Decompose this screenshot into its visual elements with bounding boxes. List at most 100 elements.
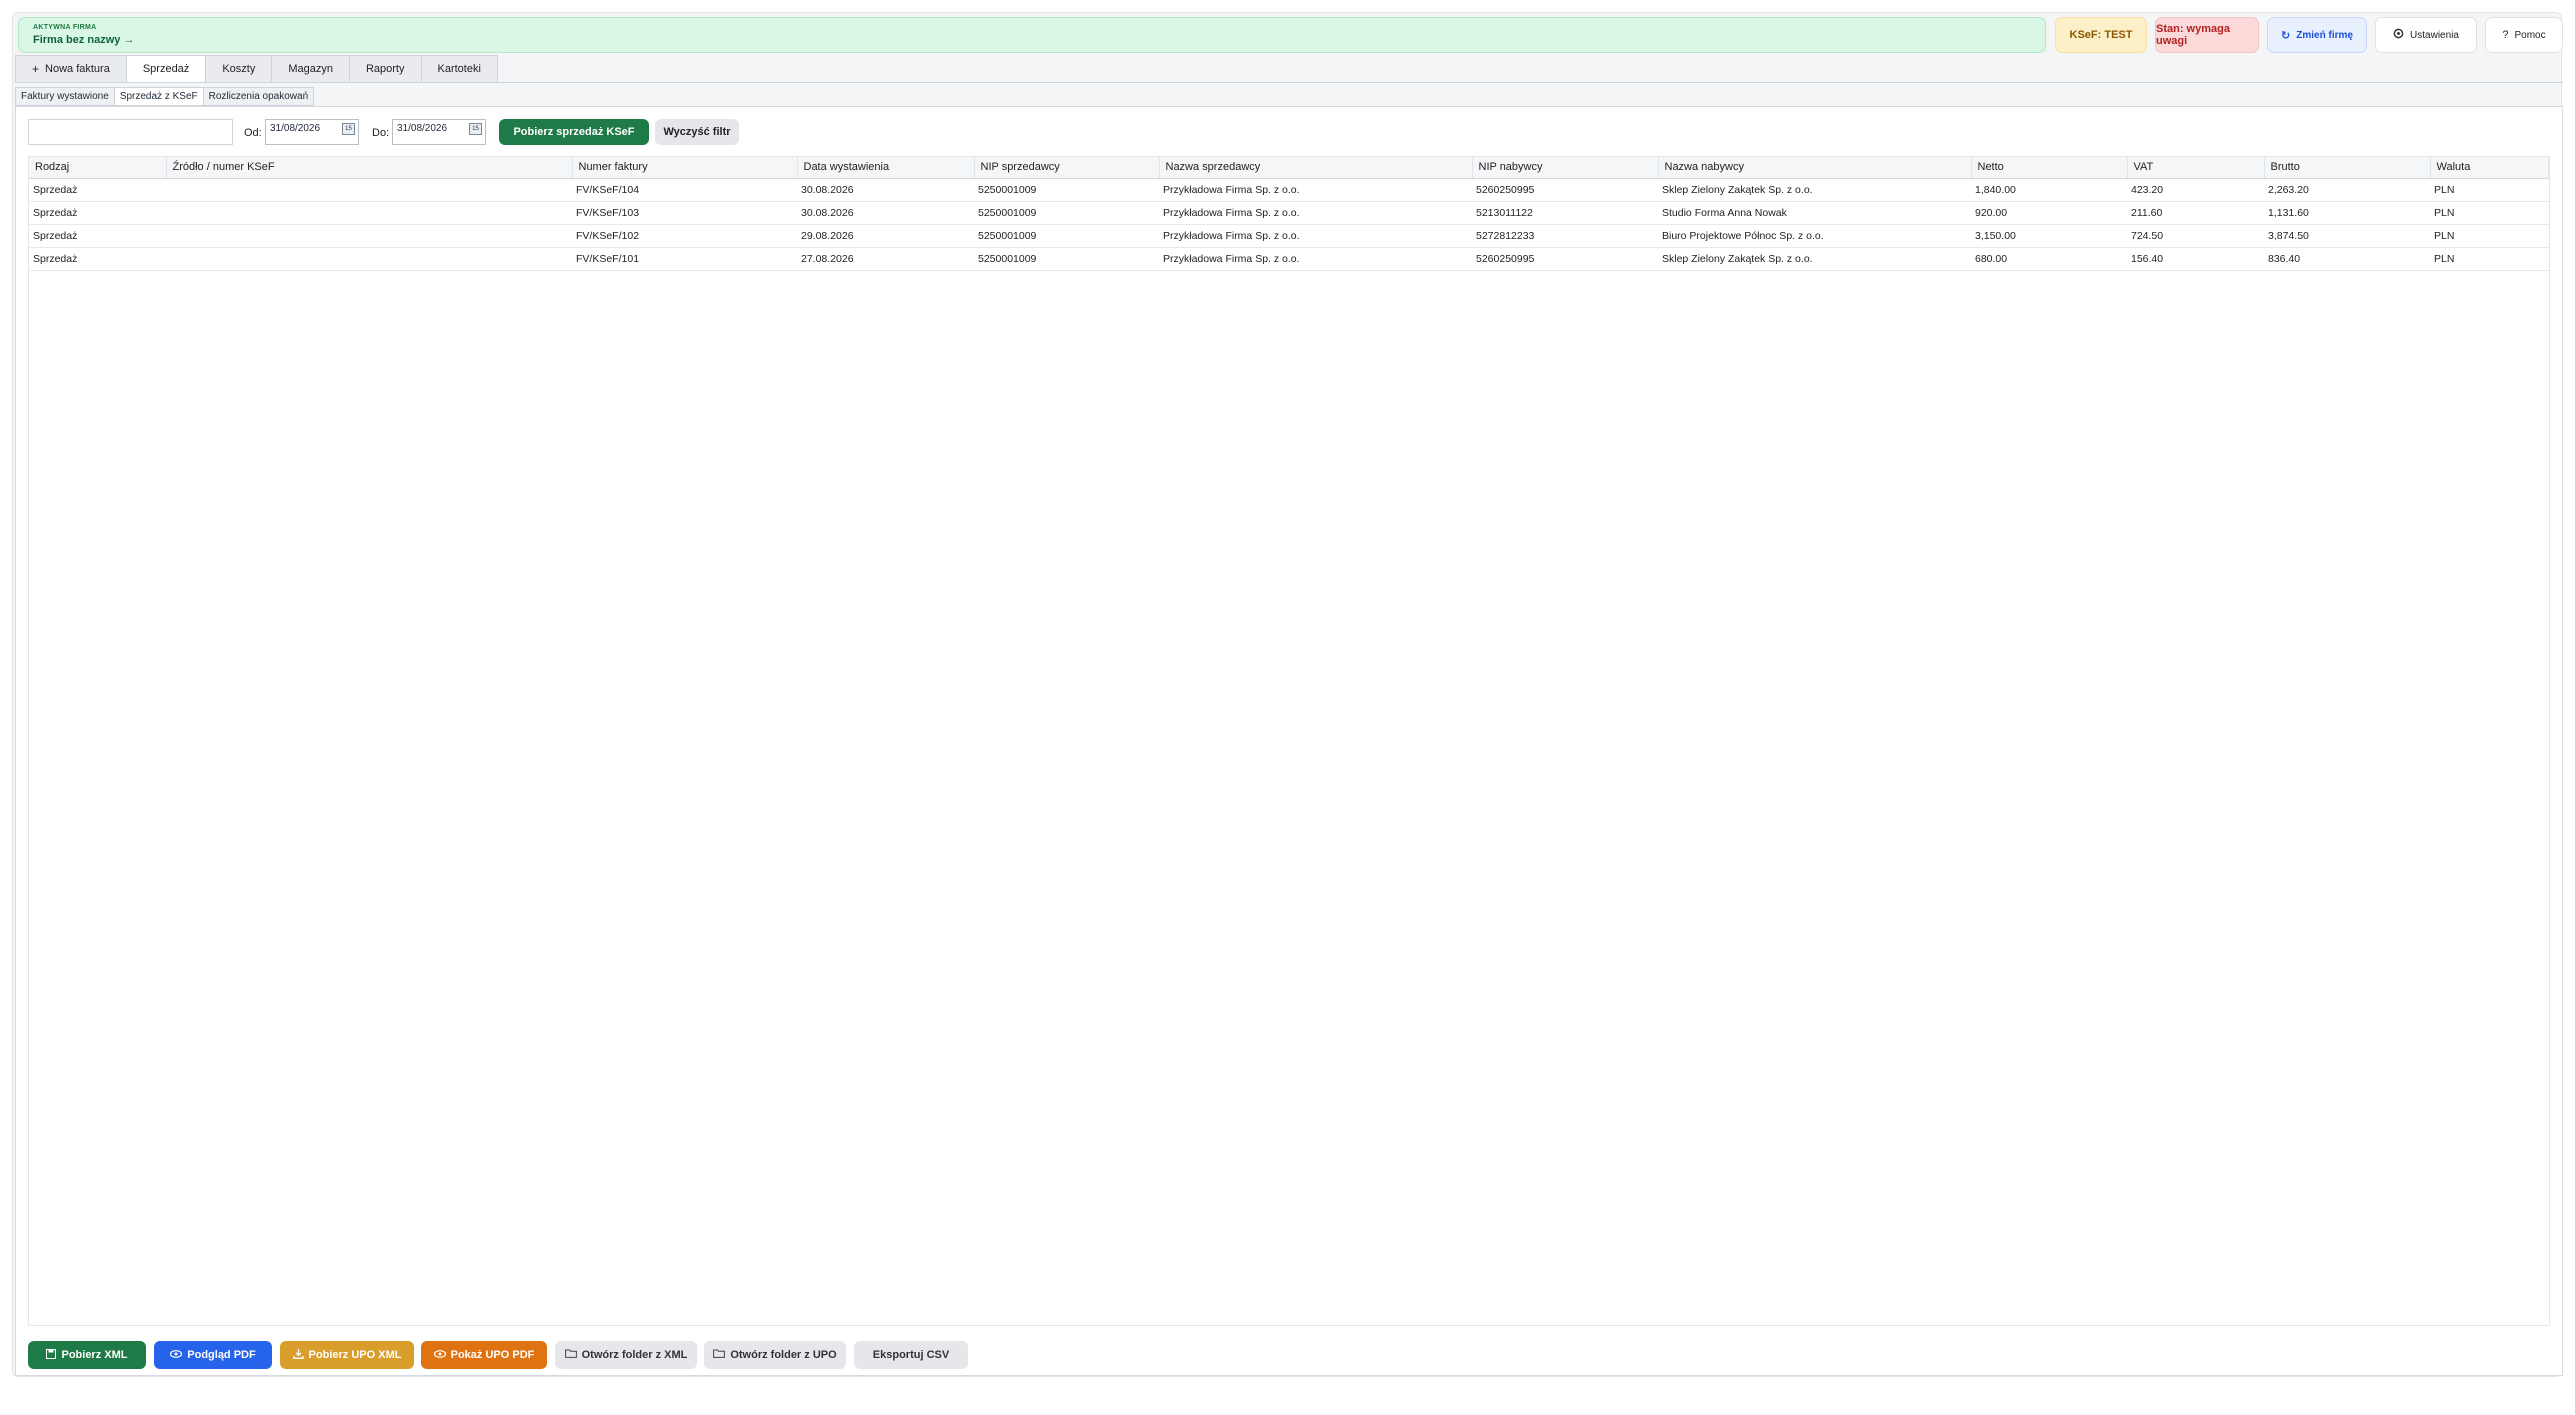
- fetch-ksef-sales-button[interactable]: Pobierz sprzedaż KSeF: [499, 119, 649, 145]
- table-cell: 156.40: [2127, 247, 2264, 271]
- status-badge: Stan: wymaga uwagi: [2155, 17, 2259, 53]
- table-cell: Studio Forma Anna Nowak: [1658, 201, 1971, 225]
- settings-button[interactable]: Ustawienia: [2375, 17, 2477, 53]
- tab-costs[interactable]: Koszty: [205, 55, 272, 83]
- tab-label: Raporty: [365, 63, 405, 75]
- column-header[interactable]: NIP nabywcy: [1472, 157, 1659, 179]
- export-csv-button[interactable]: Eksportuj CSV: [854, 1341, 968, 1369]
- column-header[interactable]: Data wystawienia: [797, 157, 975, 179]
- clear-filter-label: Wyczyść filtr: [663, 126, 731, 138]
- app-window: AKTYWNA FIRMA Firma bez nazwy → KSeF: TE…: [12, 12, 2563, 1377]
- preview-pdf-button[interactable]: Podgląd PDF: [154, 1341, 272, 1369]
- column-header[interactable]: Brutto: [2264, 157, 2431, 179]
- table-cell: 27.08.2026: [797, 247, 974, 271]
- question-icon: ?: [2502, 29, 2509, 41]
- floppy-icon: [46, 1348, 57, 1362]
- date-to-value: 31/08/2026: [397, 123, 448, 134]
- export-csv-label: Eksportuj CSV: [872, 1349, 950, 1361]
- table-cell: 680.00: [1971, 247, 2127, 271]
- preview-pdf-label: Podgląd PDF: [187, 1349, 256, 1361]
- table-cell: 1,131.60: [2264, 201, 2430, 225]
- table-cell: [166, 247, 572, 271]
- tab-label: Sprzedaż: [142, 63, 190, 75]
- clear-filter-button[interactable]: Wyczyść filtr: [655, 119, 739, 145]
- subtab-issued-invoices[interactable]: Faktury wystawione: [15, 87, 114, 106]
- table-cell: 3,150.00: [1971, 224, 2127, 248]
- download-upo-xml-button[interactable]: Pobierz UPO XML: [280, 1341, 414, 1369]
- column-header[interactable]: Waluta: [2430, 157, 2549, 179]
- download-upo-xml-label: Pobierz UPO XML: [308, 1349, 402, 1361]
- show-upo-pdf-label: Pokaż UPO PDF: [450, 1349, 535, 1361]
- invoice-grid: Rodzaj Źródło / numer KSeF Numer faktury…: [28, 156, 2550, 1326]
- eye-icon: [433, 1349, 446, 1361]
- download-xml-button[interactable]: Pobierz XML: [28, 1341, 146, 1369]
- open-folder-xml-button[interactable]: Otwórz folder z XML: [555, 1341, 697, 1369]
- column-header[interactable]: Źródło / numer KSeF: [166, 157, 573, 179]
- table-row[interactable]: Sprzedaż FV/KSeF/103 30.08.2026 52500010…: [29, 201, 2549, 225]
- subtab-ksef-sales[interactable]: Sprzedaż z KSeF: [113, 87, 203, 106]
- column-header[interactable]: Rodzaj: [29, 157, 167, 179]
- column-header[interactable]: Numer faktury: [572, 157, 798, 179]
- active-company-banner[interactable]: AKTYWNA FIRMA Firma bez nazwy →: [18, 17, 2046, 53]
- download-icon: [292, 1348, 304, 1362]
- table-row[interactable]: Sprzedaż FV/KSeF/104 30.08.2026 52500010…: [29, 178, 2549, 202]
- table-cell: 5250001009: [974, 224, 1159, 248]
- open-folder-upo-button[interactable]: Otwórz folder z UPO: [704, 1341, 846, 1369]
- column-header[interactable]: Netto: [1971, 157, 2128, 179]
- sub-tabs: Faktury wystawione Sprzedaż z KSeF Rozli…: [15, 87, 315, 106]
- main-tabs: + Nowa faktura Sprzedaż Koszty Magazyn R…: [15, 55, 498, 83]
- table-cell: 5250001009: [974, 247, 1159, 271]
- table-cell: PLN: [2430, 178, 2549, 202]
- date-from-label: Od:: [244, 127, 262, 139]
- help-button[interactable]: ? Pomoc: [2485, 17, 2563, 53]
- folder-icon: [564, 1349, 577, 1361]
- table-cell: FV/KSeF/103: [572, 201, 797, 225]
- show-upo-pdf-button[interactable]: Pokaż UPO PDF: [421, 1341, 547, 1369]
- refresh-icon: ↻: [2281, 29, 2291, 42]
- calendar-icon[interactable]: 15: [469, 123, 482, 135]
- column-header[interactable]: VAT: [2127, 157, 2265, 179]
- table-row[interactable]: Sprzedaż FV/KSeF/101 27.08.2026 52500010…: [29, 247, 2549, 271]
- column-header[interactable]: Nazwa sprzedawcy: [1159, 157, 1473, 179]
- table-cell: Biuro Projektowe Północ Sp. z o.o.: [1658, 224, 1971, 248]
- folder-icon: [713, 1349, 726, 1361]
- table-cell: PLN: [2430, 247, 2549, 271]
- column-header[interactable]: Nazwa nabywcy: [1658, 157, 1972, 179]
- tab-warehouse[interactable]: Magazyn: [271, 55, 349, 83]
- tab-sales[interactable]: Sprzedaż: [125, 55, 206, 83]
- gear-icon: [2393, 28, 2404, 42]
- table-cell: FV/KSeF/101: [572, 247, 797, 271]
- subtab-label: Faktury wystawione: [21, 91, 109, 102]
- active-company-name[interactable]: Firma bez nazwy →: [33, 34, 2031, 46]
- table-cell: Przykładowa Firma Sp. z o.o.: [1159, 247, 1472, 271]
- table-cell: PLN: [2430, 201, 2549, 225]
- table-cell: [166, 201, 572, 225]
- change-company-label: Zmień firmę: [2296, 29, 2353, 41]
- help-label: Pomoc: [2514, 29, 2546, 41]
- tab-label: Koszty: [222, 63, 256, 75]
- table-row[interactable]: Sprzedaż FV/KSeF/102 29.08.2026 52500010…: [29, 224, 2549, 248]
- table-cell: [166, 224, 572, 248]
- table-cell: Sprzedaż: [29, 178, 166, 202]
- calendar-icon[interactable]: 15: [342, 123, 355, 135]
- change-company-button[interactable]: ↻ Zmień firmę: [2267, 17, 2367, 53]
- table-cell: 29.08.2026: [797, 224, 974, 248]
- table-cell: Sprzedaż: [29, 224, 166, 248]
- date-from-field[interactable]: 31/08/2026 15: [265, 119, 359, 145]
- table-cell: 30.08.2026: [797, 201, 974, 225]
- search-input[interactable]: [28, 119, 233, 145]
- tab-reports[interactable]: Raporty: [348, 55, 421, 83]
- subtab-packaging-settlements[interactable]: Rozliczenia opakowań: [202, 87, 315, 106]
- table-cell: 5213011122: [1472, 201, 1658, 225]
- subtab-label: Sprzedaż z KSeF: [119, 91, 198, 102]
- settings-label: Ustawienia: [2410, 29, 2459, 41]
- tab-records[interactable]: Kartoteki: [420, 55, 498, 83]
- column-header[interactable]: NIP sprzedawcy: [974, 157, 1160, 179]
- table-cell: Sprzedaż: [29, 201, 166, 225]
- table-cell: 1,840.00: [1971, 178, 2127, 202]
- table-cell: Sklep Zielony Zakątek Sp. z o.o.: [1658, 247, 1971, 271]
- tab-label: Nowa faktura: [45, 63, 110, 75]
- date-to-field[interactable]: 31/08/2026 15: [392, 119, 486, 145]
- tab-new-invoice[interactable]: + Nowa faktura: [15, 55, 126, 83]
- tab-label: Kartoteki: [437, 63, 481, 75]
